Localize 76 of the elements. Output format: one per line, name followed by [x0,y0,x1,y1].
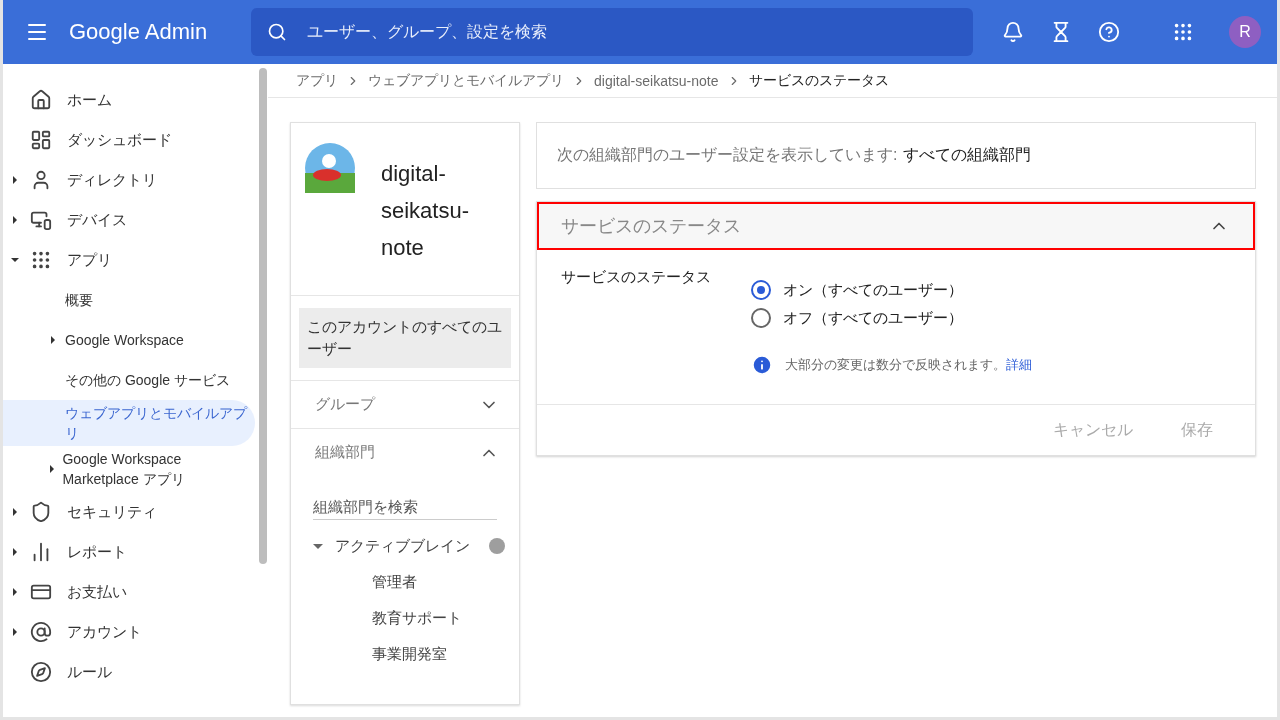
radio-option[interactable]: オフ（すべてのユーザー） [751,308,1032,328]
sidebar-item[interactable]: ディレクトリ [3,160,255,200]
notice-text: 次の組織部門のユーザー設定を表示しています: [557,145,898,165]
breadcrumb-link[interactable]: サービスのステータス [748,71,889,90]
section-toggle[interactable]: 組織部門 [291,428,519,476]
caret-right-icon[interactable] [49,336,57,344]
sidebar-label: その他の Google サービス [65,371,230,390]
sidebar-label: ダッシュボード [67,130,172,150]
sidebar-label: ウェブアプリとモバイルアプリ [64,404,249,443]
sidebar-label: アプリ [67,250,112,270]
caret-right-icon[interactable] [11,628,19,636]
org-unit[interactable]: 管理者 [372,572,417,592]
sidebar-item[interactable]: ホーム [3,80,255,120]
compass-icon [29,660,53,684]
org-unit[interactable]: アクティブブレイン [335,536,470,556]
sidebar-item[interactable]: アカウント [3,612,255,652]
at-sign-icon [29,620,53,644]
info-icon [751,354,773,376]
product-name: Google Admin [69,19,209,45]
radio-icon[interactable] [751,308,771,328]
sidebar-label: ルール [67,662,112,682]
app-name: digital-seikatsu-note [381,160,471,262]
sidebar-item[interactable]: セキュリティ [3,492,255,532]
account-avatar[interactable]: R [1229,16,1261,48]
org-unit-name: すべての組織部門 [903,145,1032,165]
search-icon [267,22,287,42]
sidebar-label: アカウント [67,622,142,642]
sidebar-subitem[interactable]: ウェブアプリとモバイルアプリ [3,400,255,446]
section-toggle[interactable]: グループ [291,380,519,428]
sidebar-label: セキュリティ [67,502,157,522]
breadcrumb-link[interactable]: ウェブアプリとモバイルアプリ [368,71,564,90]
sidebar-label: 概要 [65,291,93,310]
sidebar-item[interactable]: デバイス [3,200,255,240]
help-icon[interactable] [1097,20,1121,44]
status-dot [489,538,505,554]
sidebar-item[interactable]: ルール [3,652,255,692]
org-unit[interactable]: 教育サポート [372,608,462,628]
breadcrumb-link[interactable]: アプリ [296,71,338,90]
sidebar-subitem[interactable]: その他の Google サービス [3,360,255,400]
sidebar-item[interactable]: アプリ [3,240,255,280]
sidebar-label: Google Workspace Marketplace アプリ [62,450,186,489]
notifications-icon[interactable] [1001,20,1025,44]
app-logo-drawing [305,143,355,193]
scrollbar[interactable] [259,68,267,564]
sidebar-item[interactable]: お支払い [3,572,255,612]
home-icon [29,88,53,112]
sidebar-label: ホーム [67,90,112,110]
dashboard-icon [29,128,53,152]
sidebar-label: ディレクトリ [67,170,157,190]
caret-right-icon[interactable] [11,588,19,596]
details-link[interactable]: 詳細 [1006,357,1032,372]
sidebar-subitem[interactable]: Google Workspace Marketplace アプリ [3,446,255,492]
sidebar-item[interactable]: レポート [3,532,255,572]
field-label: サービスのステータス [561,268,712,287]
sidebar-label: Google Workspace [65,331,184,350]
caret-down-icon[interactable] [11,256,19,264]
caret-right-icon[interactable] [11,548,19,556]
caret-down-icon[interactable] [313,541,323,551]
sidebar-subitem[interactable]: 概要 [3,280,255,320]
sidebar-label: デバイス [67,210,127,230]
caret-right-icon[interactable] [11,176,19,184]
search-bar[interactable]: ユーザー、グループ、設定を検索 [251,8,973,56]
scope-item[interactable]: このアカウントのすべてのユーザー [299,308,511,368]
caret-right-icon[interactable] [11,216,19,224]
caret-right-icon[interactable] [47,465,56,473]
sidebar-subitem[interactable]: Google Workspace [3,320,255,360]
sidebar-label: レポート [67,542,127,562]
sidebar-item[interactable]: ダッシュボード [3,120,255,160]
caret-right-icon[interactable] [11,508,19,516]
org-unit[interactable]: 事業開発室 [372,644,447,664]
radio-option[interactable]: オン（すべてのユーザー） [751,280,1032,300]
info-text: 大部分の変更は数分で反映されます。詳細 [785,356,1032,374]
sidebar-label: お支払い [67,582,127,602]
search-field[interactable]: ユーザー、グループ、設定を検索 [305,22,957,42]
radio-icon[interactable] [751,280,771,300]
breadcrumb-link[interactable]: digital-seikatsu-note [594,72,719,89]
